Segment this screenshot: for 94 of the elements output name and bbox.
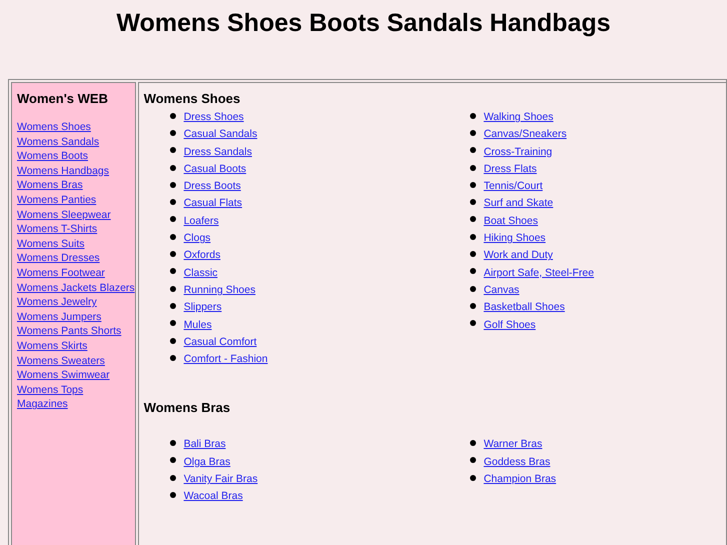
bullet-icon — [170, 251, 176, 258]
sidebar-heading: Women's WEB — [17, 91, 109, 108]
bullet-icon — [170, 234, 176, 240]
category-link[interactable]: Comfort - Fashion — [184, 351, 268, 368]
category-link[interactable]: Champion Bras — [484, 471, 556, 488]
category-link[interactable]: Clogs — [184, 230, 211, 248]
bullet-icon — [470, 199, 476, 206]
sidebar-link[interactable]: Womens Skirts — [17, 338, 88, 354]
category-link[interactable]: Work and Duty — [484, 247, 553, 265]
category-link[interactable]: Canvas — [484, 282, 520, 300]
bullet-icon — [470, 216, 476, 222]
category-link[interactable]: Golf Shoes — [484, 316, 536, 334]
sidebar-link[interactable]: Womens Boots — [17, 149, 88, 164]
category-link[interactable]: Airport Safe, Steel-Free — [484, 264, 594, 282]
sidebar-link[interactable]: Magazines — [17, 397, 68, 412]
category-link[interactable]: Goddess Bras — [484, 454, 550, 472]
bullet-icon — [170, 268, 176, 274]
category-link[interactable]: Oxfords — [184, 247, 220, 265]
bullet-icon — [470, 112, 476, 119]
bullet-icon — [470, 234, 476, 240]
category-link[interactable]: Loafers — [184, 212, 219, 230]
category-link[interactable]: Classic — [184, 264, 218, 282]
bullet-icon — [470, 130, 476, 136]
category-link[interactable]: Bali Bras — [184, 436, 226, 454]
sidebar-link[interactable]: Womens Panties — [17, 192, 96, 208]
category-link[interactable]: Cross-Training — [484, 144, 552, 161]
sidebar-link[interactable]: Womens Jewelry — [17, 295, 97, 310]
bullet-icon — [170, 440, 176, 446]
sidebar-link[interactable]: Womens T-Shirts — [17, 222, 98, 237]
category-link[interactable]: Surf and Skate — [484, 195, 554, 213]
category-link[interactable]: Boat Shoes — [484, 212, 538, 230]
bullet-icon — [470, 302, 476, 309]
sidebar-link[interactable]: Womens Sandals — [17, 134, 100, 150]
category-link[interactable]: Dress Boots — [184, 178, 241, 196]
bullet-icon — [470, 164, 476, 171]
bullet-icon — [170, 302, 176, 309]
bullet-icon — [470, 268, 476, 274]
sidebar-link[interactable]: Womens Pants Shorts — [17, 324, 122, 339]
bullet-icon — [170, 354, 176, 361]
bullet-icon — [470, 320, 476, 326]
bullet-icon — [170, 338, 176, 344]
bullet-icon — [470, 286, 476, 292]
page-title: Womens Shoes Boots Sandals Handbags — [115, 8, 612, 39]
bullet-icon — [170, 216, 176, 222]
bullet-icon — [170, 320, 176, 326]
section-heading: Womens Shoes — [144, 91, 242, 108]
bullet-icon — [170, 112, 176, 119]
bullet-icon — [170, 286, 176, 292]
category-link[interactable]: Olga Bras — [184, 454, 230, 472]
bullet-icon — [170, 130, 176, 136]
sidebar-link[interactable]: Womens Sweaters — [17, 354, 105, 368]
bullet-icon — [170, 182, 176, 188]
bullet-icon — [170, 457, 176, 464]
sidebar-link[interactable]: Womens Dresses — [17, 251, 100, 266]
sidebar-link[interactable]: Womens Suits — [17, 236, 84, 252]
bullet-icon — [470, 440, 476, 446]
bullet-icon — [470, 251, 476, 258]
category-link[interactable]: Running Shoes — [184, 282, 256, 300]
category-link[interactable]: Vanity Fair Bras — [184, 471, 258, 488]
bullet-icon — [470, 474, 476, 481]
category-link[interactable]: Canvas/Sneakers — [484, 126, 567, 144]
category-link[interactable]: Mules — [184, 316, 212, 334]
sidebar-link[interactable]: Womens Bras — [17, 178, 83, 193]
category-link[interactable]: Hiking Shoes — [484, 230, 546, 248]
sidebar-link[interactable]: Womens Handbags — [17, 164, 110, 178]
category-link[interactable]: Walking Shoes — [484, 109, 554, 126]
bullet-icon — [170, 147, 176, 154]
category-link[interactable]: Casual Boots — [184, 160, 246, 178]
sidebar-link[interactable]: Womens Sleepwear — [17, 208, 111, 222]
category-link[interactable]: Basketball Shoes — [484, 299, 565, 317]
category-link[interactable]: Tennis/Court — [484, 178, 543, 196]
bullet-icon — [170, 164, 176, 171]
sidebar-link[interactable]: Womens Jackets Blazers — [17, 280, 135, 296]
category-link[interactable]: Dress Sandals — [184, 144, 252, 161]
sidebar-link[interactable]: Womens Tops — [17, 382, 84, 398]
section-heading: Womens Bras — [144, 400, 232, 418]
sidebar-link[interactable]: Womens Swimwear — [17, 368, 110, 383]
category-link[interactable]: Warner Bras — [484, 436, 542, 454]
bullet-icon — [170, 474, 176, 481]
category-link[interactable]: Dress Shoes — [184, 109, 244, 126]
category-link[interactable]: Casual Sandals — [184, 126, 258, 144]
bullet-icon — [470, 457, 476, 464]
category-link[interactable]: Dress Flats — [484, 160, 537, 178]
category-link[interactable]: Wacoal Bras — [184, 488, 243, 506]
category-link[interactable]: Casual Comfort — [184, 334, 257, 352]
sidebar-link[interactable]: Womens Footwear — [17, 266, 105, 281]
bullet-icon — [170, 492, 176, 498]
sidebar-link[interactable]: Womens Jumpers — [17, 310, 102, 324]
category-link[interactable]: Slippers — [184, 299, 222, 317]
sidebar-link[interactable]: Womens Shoes — [17, 120, 91, 135]
bullet-icon — [470, 182, 476, 188]
bullet-icon — [470, 147, 476, 154]
bullet-icon — [170, 199, 176, 206]
category-link[interactable]: Casual Flats — [184, 195, 242, 213]
